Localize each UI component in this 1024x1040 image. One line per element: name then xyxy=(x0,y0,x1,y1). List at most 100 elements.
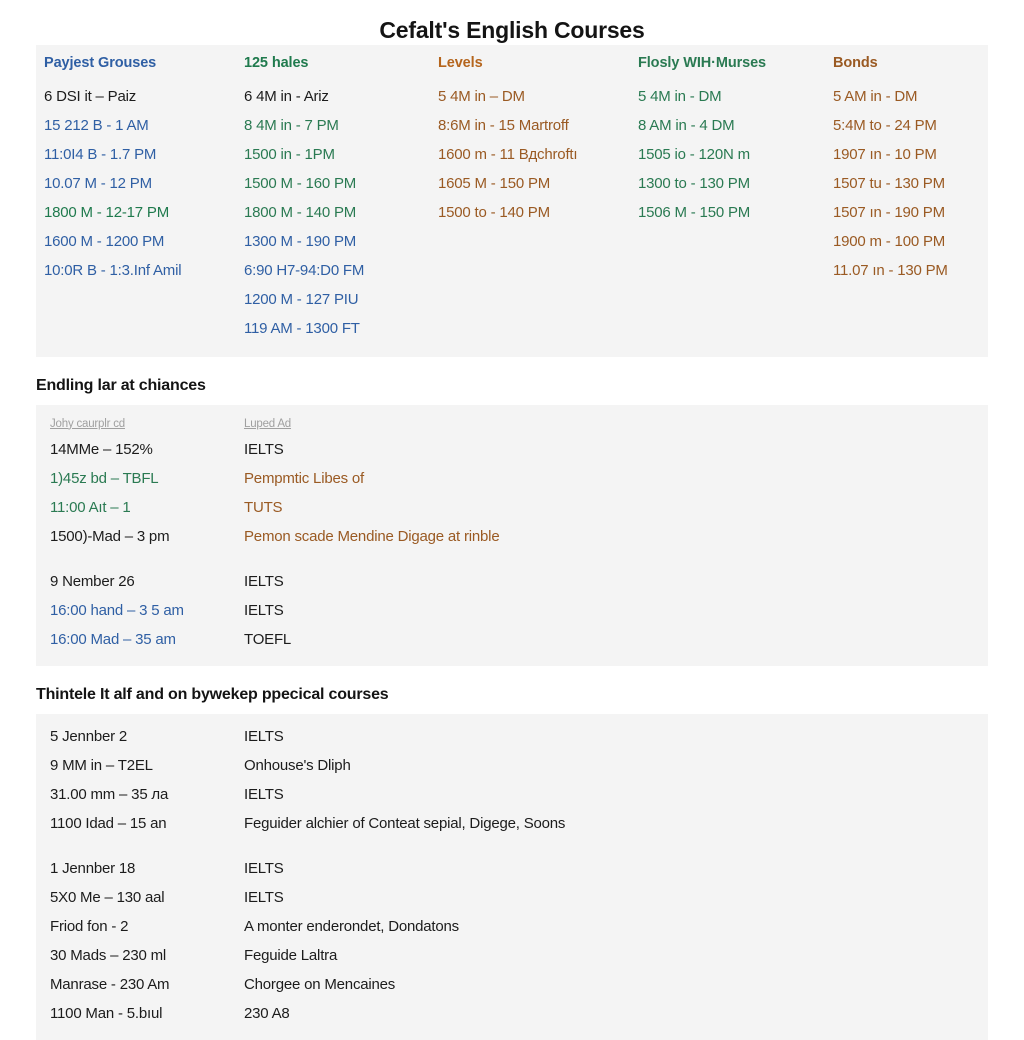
list-item-time: 9 Nember 26 xyxy=(50,572,135,590)
section3-panel: 5 Jennber 2 IELTS 9 MM in – T2EL Onhouse's … xyxy=(36,713,988,1040)
schedule-cell: 1500 to - 140 PM xyxy=(438,203,550,221)
schedule-cell: 10.07 M - 12 PM xyxy=(44,174,152,192)
section2-subheader-row: Johy caurplr cd Luped Ad xyxy=(36,413,988,435)
schedule-cell: 15 212 B - 1 AM xyxy=(44,116,149,134)
schedule-cell: 1900 m - 100 PM xyxy=(833,232,946,250)
schedule-column: Levels 5 4M in – DM 8:6M in - 15 Martroff 1… xyxy=(438,55,638,343)
schedule-cell: 11:0I4 B - 1.7 PM xyxy=(44,145,157,163)
schedule-column-header: Payjest Grouses xyxy=(44,54,157,71)
schedule-cell: 1600 m - 11 Bдchroftı xyxy=(438,145,578,163)
schedule-column: Flosly WIH·Murses 5 4M in - DM 8 AM in - 4… xyxy=(638,55,833,343)
page-title: Cefalt's English Courses xyxy=(379,17,645,43)
section-title-3: Thintele It alf and on bywekep ppecical … xyxy=(36,685,389,703)
list-item-course: TUTS xyxy=(244,498,283,516)
list-item-time: 14MMe – 152% xyxy=(50,440,153,458)
list-item-course: IELTS xyxy=(244,601,284,619)
list-item: 9 Nember 26 IELTS xyxy=(36,567,988,596)
row-group-separator xyxy=(36,551,988,567)
list-item: Manrase - 230 Am Chorgee on Mencaines xyxy=(36,970,988,999)
schedule-cell: 6:90 H7-94:D0 FM xyxy=(244,261,365,279)
schedule-panel: Payjest Grouses 6 DSI it – Paiz 15 212 B -… xyxy=(36,44,988,357)
list-item-time: Manrase - 230 Am xyxy=(50,975,170,993)
list-item-course: IELTS xyxy=(244,572,284,590)
schedule-cell: 1300 to - 130 PM xyxy=(638,174,750,192)
list-item: 9 MM in – T2EL Onhouse's Dliph xyxy=(36,751,988,780)
list-item-course: Pemon scade Mendine Digage at rinble xyxy=(244,527,500,545)
section2-rows: 14MMe – 152% IELTS 1)45z bd – TBFL Pempmtic… xyxy=(36,435,988,654)
section2-subheader-left: Johy caurplr cd xyxy=(50,417,125,430)
list-item: 30 Mads – 230 ml Feguide Laltra xyxy=(36,941,988,970)
list-item: 11:00 Aıt – 1 TUTS xyxy=(36,493,988,522)
course-schedule-page: Cefalt's English Courses Payjest Grouses… xyxy=(0,0,1024,1040)
list-item-time: 31.00 mm – 35 лa xyxy=(50,785,169,803)
schedule-column-header: Levels xyxy=(438,54,483,71)
list-item: 5X0 Me – 130 aal IELTS xyxy=(36,883,988,912)
list-item: 1100 Man - 5.bıul 230 A8 xyxy=(36,999,988,1028)
schedule-cell: 5 4M in – DM xyxy=(438,87,525,105)
schedule-cell: 1500 M - 160 PM xyxy=(244,174,357,192)
list-item-course: Feguide Laltra xyxy=(244,946,338,964)
schedule-column: Bonds 5 AM in - DM 5:4M to - 24 PM 1907 ın … xyxy=(833,55,988,343)
row-group-separator xyxy=(36,838,988,854)
schedule-cell: 6 4M in - Ariz xyxy=(244,87,329,105)
list-item: 31.00 mm – 35 лa IELTS xyxy=(36,780,988,809)
schedule-cell: 1505 io - 120N m xyxy=(638,145,750,163)
list-item: 1 Jennber 18 IELTS xyxy=(36,854,988,883)
schedule-cell: 5:4M to - 24 PM xyxy=(833,116,937,134)
schedule-cell: 1200 M - 127 PIU xyxy=(244,290,359,308)
schedule-column-header: Flosly WIH·Murses xyxy=(638,54,767,71)
schedule-cell: 1800 M - 12-17 PM xyxy=(44,203,169,221)
list-item-time: 1)45z bd – TBFL xyxy=(50,469,159,487)
list-item: Friod fon - 2 A monter enderondet, Dondat… xyxy=(36,912,988,941)
schedule-cell: 1605 M - 150 PM xyxy=(438,174,551,192)
list-item-time: 11:00 Aıt – 1 xyxy=(50,498,131,516)
list-item-time: 30 Mads – 230 ml xyxy=(50,946,167,964)
schedule-cell: 8:6M in - 15 Martroff xyxy=(438,116,569,134)
list-item-time: 1100 Idad – 15 an xyxy=(50,814,167,832)
schedule-column-header: Bonds xyxy=(833,54,878,71)
list-item: 1100 Idad – 15 an Feguider alchier of Con… xyxy=(36,809,988,838)
list-item-time: Friod fon - 2 xyxy=(50,917,129,935)
schedule-cell: 10:0R B - 1:3.Inf Amil xyxy=(44,261,182,279)
schedule-cell: 1300 M - 190 PM xyxy=(244,232,357,250)
section3-rows: 5 Jennber 2 IELTS 9 MM in – T2EL Onhouse's … xyxy=(36,722,988,1028)
section-title-2: Endling lar at chiances xyxy=(36,376,206,394)
schedule-cell: 1907 ın - 10 PM xyxy=(833,145,937,163)
list-item-course: Feguider alchier of Conteat sepial, Dige… xyxy=(244,814,566,832)
list-item-course: Pempmtic Libes of xyxy=(244,469,364,487)
list-item-time: 5 Jennber 2 xyxy=(50,727,128,745)
schedule-cell: 1507 tu - 130 PM xyxy=(833,174,945,192)
list-item-time: 16:00 Mad – 35 am xyxy=(50,630,176,648)
list-item-time: 5X0 Me – 130 aal xyxy=(50,888,165,906)
list-item-time: 9 MM in – T2EL xyxy=(50,756,153,774)
list-item-course: 230 A8 xyxy=(244,1004,290,1022)
list-item-course: IELTS xyxy=(244,440,284,458)
schedule-cell: 8 AM in - 4 DM xyxy=(638,116,735,134)
list-item: 5 Jennber 2 IELTS xyxy=(36,722,988,751)
schedule-column: Payjest Grouses 6 DSI it – Paiz 15 212 B -… xyxy=(36,55,244,343)
list-item-time: 1500)-Mad – 3 pm xyxy=(50,527,170,545)
list-item-time: 16:00 hand – 3 5 am xyxy=(50,601,184,619)
list-item-course: TOEFL xyxy=(244,630,292,648)
list-item-course: IELTS xyxy=(244,859,284,877)
list-item-course: IELTS xyxy=(244,785,284,803)
list-item-time: 1 Jennber 18 xyxy=(50,859,136,877)
schedule-cell: 5 AM in - DM xyxy=(833,87,918,105)
list-item: 1)45z bd – TBFL Pempmtic Libes of xyxy=(36,464,988,493)
schedule-cell: 1800 M - 140 PM xyxy=(244,203,357,221)
schedule-cell: 1506 M - 150 PM xyxy=(638,203,751,221)
schedule-column: 125 hales 6 4M in - Ariz 8 4M in - 7 PM 150… xyxy=(244,55,438,343)
list-item-time: 1100 Man - 5.bıul xyxy=(50,1004,163,1022)
schedule-cell: 1507 ın - 190 PM xyxy=(833,203,945,221)
schedule-cell: 5 4M in - DM xyxy=(638,87,722,105)
schedule-column-header: 125 hales xyxy=(244,54,309,71)
schedule-grid: Payjest Grouses 6 DSI it – Paiz 15 212 B -… xyxy=(36,45,988,357)
schedule-cell: 1600 M - 1200 PM xyxy=(44,232,165,250)
schedule-cell: 11.07 ın - 130 PM xyxy=(833,261,948,279)
list-item-course: Chorgee on Mencaines xyxy=(244,975,396,993)
list-item-course: Onhouse's Dliph xyxy=(244,756,351,774)
schedule-cell: 8 4M in - 7 PM xyxy=(244,116,339,134)
list-item: 14MMe – 152% IELTS xyxy=(36,435,988,464)
schedule-cell: 6 DSI it – Paiz xyxy=(44,87,137,105)
list-item-course: IELTS xyxy=(244,888,284,906)
